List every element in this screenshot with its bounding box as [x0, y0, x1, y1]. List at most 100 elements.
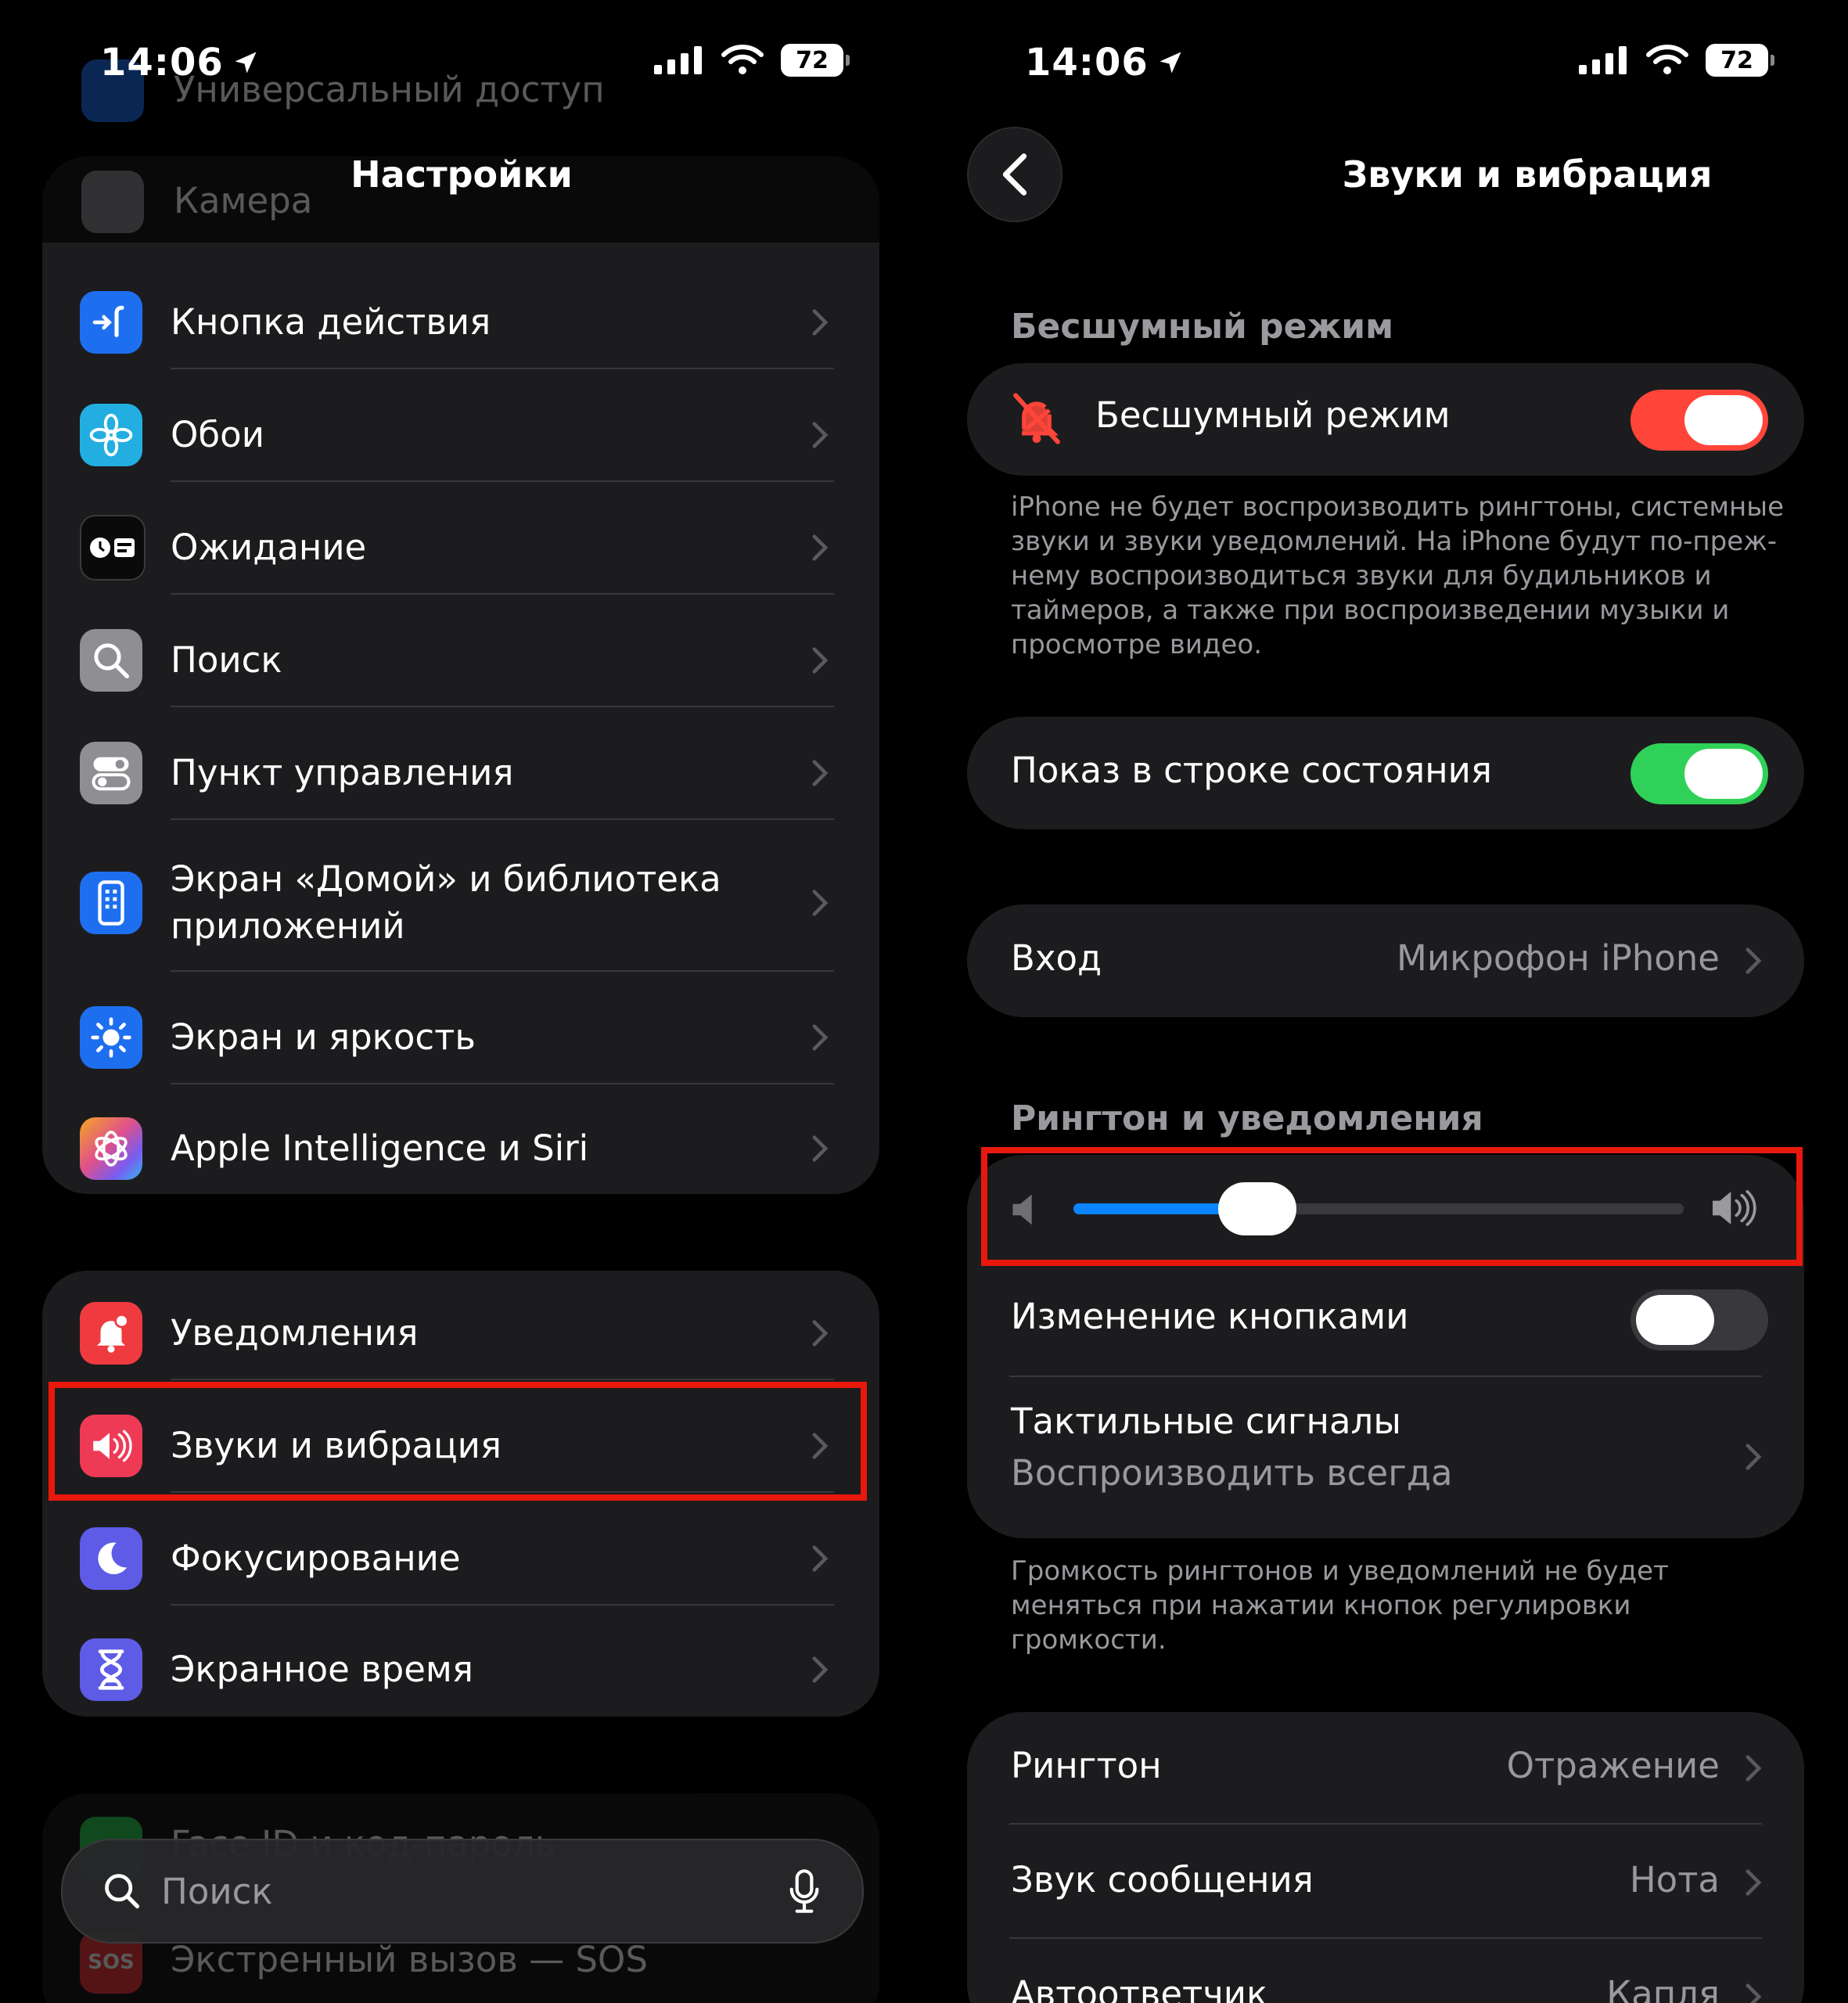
highlight-sounds-row [49, 1382, 867, 1501]
change-with-buttons-label: Изменение кнопками [1011, 1296, 1409, 1337]
volume-note: Громкость рингтонов и уведомлений не буд… [1011, 1555, 1669, 1656]
chevron-right-icon [804, 645, 836, 676]
battery-indicator: 72 [1706, 44, 1774, 77]
chevron-right-icon [804, 1543, 836, 1574]
row-standby[interactable]: Ожидание [42, 502, 879, 593]
highlight-volume-slider [981, 1147, 1803, 1266]
siri-icon [80, 1117, 142, 1180]
chevron-right-icon [804, 419, 836, 451]
faded-sos-label: Экстренный вызов — SOS [171, 1939, 648, 1980]
chevron-right-icon [1746, 1755, 1762, 1782]
settings-screen: Универсальный доступ Камера 14:06 72 Нас… [0, 0, 908, 2003]
chevron-right-icon [804, 307, 836, 338]
chevron-right-icon [804, 1022, 836, 1053]
home-screen-icon [80, 872, 142, 934]
haptics-label: Тактильные сигналы [1011, 1401, 1401, 1442]
chevron-right-icon [1746, 1869, 1762, 1896]
row-label: Экран «Домой» и библиотека приложений [171, 858, 721, 947]
settings-group-general: Кнопка действия Обои Ожидание Поиск Пунк… [42, 243, 879, 1194]
show-in-status-bar-toggle[interactable] [1630, 743, 1768, 804]
ringtone-row[interactable]: Рингтон Отражение [967, 1712, 1804, 1825]
row-control-center[interactable]: Пункт управления [42, 728, 879, 818]
microphone-icon[interactable] [789, 1869, 820, 1913]
row-label: Ожидание [171, 527, 367, 568]
row-search[interactable]: Поиск [42, 615, 879, 706]
row-label: Экранное время [171, 1649, 473, 1690]
location-arrow-icon [235, 52, 257, 74]
input-row[interactable]: Вход Микрофон iPhone [967, 904, 1804, 1017]
hourglass-icon [80, 1638, 142, 1701]
ringtone-label: Рингтон [1011, 1745, 1162, 1786]
silent-mode-group: Бесшумный режим [967, 363, 1804, 476]
search-bar[interactable]: Поиск [61, 1839, 864, 1944]
status-time: 14:06 [100, 41, 224, 85]
action-button-icon [80, 291, 142, 354]
chevron-right-icon [1746, 1983, 1762, 2003]
status-bar-group: Показ в строке состояния [967, 717, 1804, 829]
row-label: Кнопка действия [171, 301, 491, 343]
sounds-list-group: Рингтон Отражение Звук сообщения Нота Ав… [967, 1712, 1804, 2003]
page-title: Звуки и вибрация [1342, 153, 1713, 196]
voicemail-label: Автоответчик [1011, 1973, 1268, 2003]
row-label: Экран и яркость [171, 1016, 476, 1058]
section-header-ringtone: Рингтон и уведомления [1011, 1099, 1483, 1138]
moon-icon [80, 1527, 142, 1590]
row-home-screen[interactable]: Экран «Домой» и библиотека приложений [42, 840, 879, 966]
status-bar: 14:06 72 [925, 41, 1848, 88]
row-label: Уведомления [171, 1312, 419, 1354]
input-label: Вход [1011, 937, 1102, 979]
magnifier-icon [80, 629, 142, 692]
row-action-button[interactable]: Кнопка действия [42, 277, 879, 368]
chevron-right-icon [804, 1133, 836, 1164]
location-arrow-icon [1159, 52, 1181, 74]
chevron-right-icon [1746, 948, 1762, 974]
message-sound-value: Нота [1629, 1859, 1720, 1901]
change-with-buttons-toggle[interactable] [1630, 1289, 1768, 1350]
standby-icon [80, 515, 146, 581]
row-label: Apple Intelligence и Siri [171, 1127, 589, 1169]
row-notifications[interactable]: Уведомления [42, 1288, 879, 1379]
cellular-signal-icon [654, 46, 702, 74]
silent-mode-note: iPhone не будет воспроизводить рингтоны,… [1011, 491, 1784, 660]
chevron-right-icon [804, 887, 836, 919]
status-bar: 14:06 72 [0, 41, 908, 88]
row-apple-intelligence-siri[interactable]: Apple Intelligence и Siri [42, 1103, 879, 1194]
section-header-silent: Бесшумный режим [1011, 307, 1394, 347]
voicemail-value: Капля [1606, 1973, 1720, 2003]
message-sound-label: Звук сообщения [1011, 1859, 1314, 1901]
page-title: Настройки [351, 153, 573, 196]
silent-mode-label: Бесшумный режим [1095, 394, 1451, 436]
row-wallpaper[interactable]: Обои [42, 390, 879, 480]
input-value: Микрофон iPhone [1397, 937, 1720, 979]
wifi-icon [1646, 45, 1688, 74]
chevron-right-icon [804, 1654, 836, 1685]
chevron-right-icon [804, 532, 836, 563]
row-focus[interactable]: Фокусирование [42, 1513, 879, 1604]
voicemail-row[interactable]: Автоответчик Капля [967, 1939, 1804, 2003]
row-label: Пункт управления [171, 752, 514, 793]
row-label: Поиск [171, 639, 282, 681]
bell-slash-icon [1013, 393, 1060, 444]
search-placeholder: Поиск [161, 1870, 273, 1912]
search-icon [105, 1874, 140, 1909]
show-in-status-bar-label: Показ в строке состояния [1011, 750, 1492, 791]
battery-indicator: 72 [781, 44, 850, 77]
haptics-row[interactable]: Тактильные сигналы Воспроизводить всегда [967, 1377, 1804, 1538]
message-sound-row[interactable]: Звук сообщения Нота [967, 1825, 1804, 1937]
back-button[interactable] [967, 127, 1062, 222]
chevron-left-icon [1002, 153, 1027, 196]
silent-mode-toggle[interactable] [1630, 390, 1768, 451]
status-time: 14:06 [1025, 41, 1149, 85]
wifi-icon [721, 45, 764, 74]
row-display-brightness[interactable]: Экран и яркость [42, 992, 879, 1083]
chevron-right-icon [804, 757, 836, 789]
sounds-haptics-screen: 14:06 72 Звуки и вибрация Бесшумный режи… [925, 0, 1848, 2003]
cellular-signal-icon [1579, 46, 1627, 74]
toggles-icon [80, 742, 142, 804]
haptics-value: Воспроизводить всегда [1011, 1452, 1453, 1494]
chevron-right-icon [804, 1318, 836, 1349]
row-label: Фокусирование [171, 1537, 461, 1579]
bell-icon [80, 1302, 142, 1365]
sun-icon [80, 1006, 142, 1069]
row-screen-time[interactable]: Экранное время [42, 1624, 879, 1715]
